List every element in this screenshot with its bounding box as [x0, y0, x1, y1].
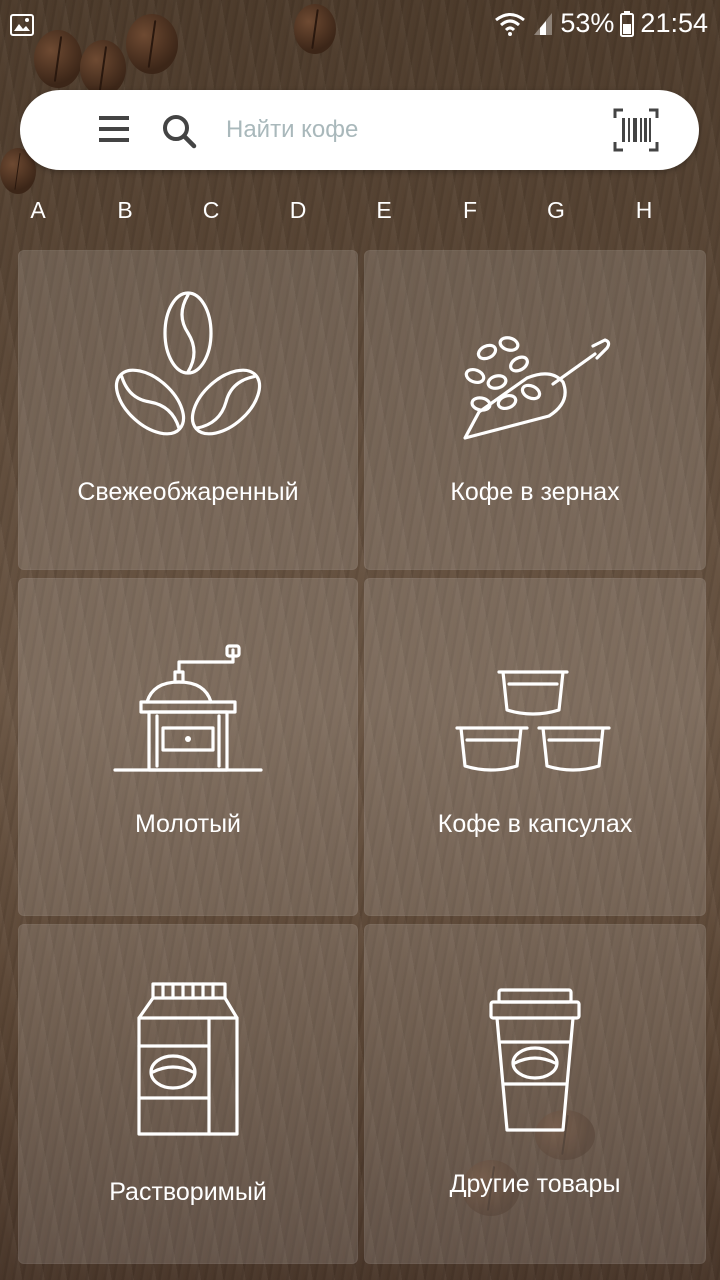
alphabet-letter-g[interactable]: G	[536, 192, 576, 228]
signal-icon	[532, 11, 554, 37]
roasted-beans-icon	[114, 291, 262, 436]
category-tile-ground[interactable]: Молотый	[18, 578, 358, 916]
battery-percent: 53%	[560, 8, 615, 38]
coffee-scoop-icon	[463, 336, 611, 440]
category-tile-instant[interactable]: Растворимый	[18, 924, 358, 1264]
category-tile-capsules[interactable]: Кофе в капсулах	[364, 578, 706, 916]
alphabet-letter-a[interactable]: A	[18, 192, 58, 228]
alphabet-letter-b[interactable]: B	[105, 192, 145, 228]
menu-icon[interactable]	[96, 112, 134, 148]
status-indicators: 53% 21:54	[494, 8, 708, 39]
category-label: Растворимый	[109, 1178, 267, 1206]
alphabet-letter-h[interactable]: H	[624, 192, 664, 228]
search-icon[interactable]	[160, 112, 198, 150]
coffee-package-icon	[137, 982, 239, 1136]
battery-icon	[620, 10, 635, 37]
alphabet-filter: A B C D E F G H	[0, 192, 720, 228]
clock: 21:54	[640, 8, 708, 38]
search-bar	[20, 90, 699, 170]
coffee-cup-icon	[489, 988, 581, 1132]
alphabet-letter-e[interactable]: E	[364, 192, 404, 228]
capsules-icon	[455, 670, 611, 772]
wifi-icon	[494, 11, 526, 37]
status-bar: 53% 21:54	[0, 0, 720, 52]
gallery-notification-icon	[10, 14, 34, 41]
barcode-scanner-icon[interactable]	[613, 108, 659, 152]
category-label: Молотый	[134, 810, 242, 838]
alphabet-letter-f[interactable]: F	[450, 192, 490, 228]
search-input[interactable]	[226, 108, 606, 152]
alphabet-letter-d[interactable]: D	[278, 192, 318, 228]
coffee-grinder-icon	[113, 644, 263, 772]
category-tile-other[interactable]: Другие товары	[364, 924, 706, 1264]
category-label: Свежеобжаренный	[77, 478, 299, 506]
alphabet-letter-c[interactable]: C	[191, 192, 231, 228]
category-label: Кофе в капсулах	[437, 810, 633, 838]
category-tile-fresh-roasted[interactable]: Свежеобжаренный	[18, 250, 358, 570]
category-tile-beans[interactable]: Кофе в зернах	[364, 250, 706, 570]
category-label: Другие товары	[449, 1170, 621, 1198]
category-label: Кофе в зернах	[450, 478, 620, 506]
